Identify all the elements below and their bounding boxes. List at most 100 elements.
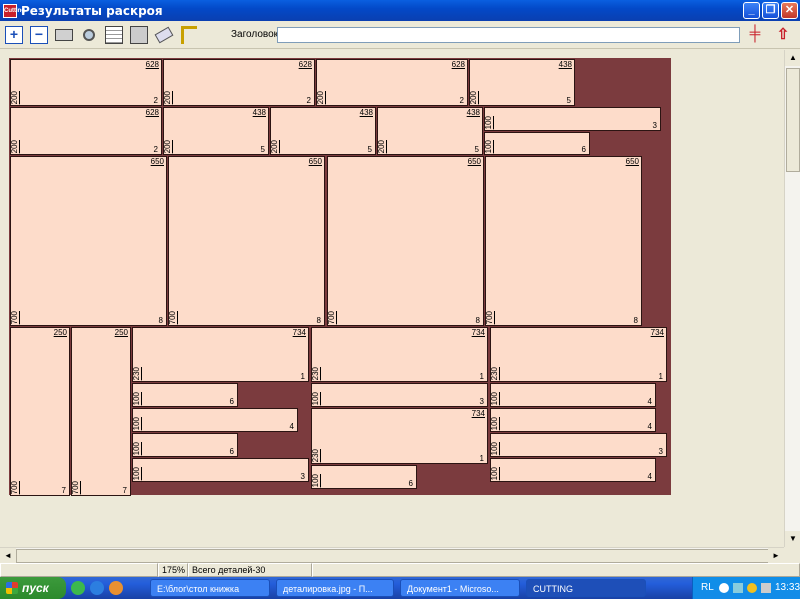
measure-icon[interactable]: [178, 24, 200, 46]
piece-quantity: 3: [300, 472, 305, 481]
eraser-icon[interactable]: [153, 24, 175, 46]
piece-quantity: 1: [300, 372, 305, 381]
cut-piece: 734 230 1: [132, 327, 309, 382]
taskbar-button-image[interactable]: деталировка.jpg - П...: [276, 579, 394, 597]
piece-quantity: 8: [158, 316, 163, 325]
scroll-right-icon[interactable]: ►: [768, 548, 784, 564]
piece-height: 100: [484, 115, 493, 129]
cut-piece: 100 6: [311, 465, 417, 489]
piece-width: 650: [467, 157, 481, 166]
scroll-left-icon[interactable]: ◄: [0, 548, 16, 564]
speaker-icon[interactable]: [761, 583, 771, 593]
cut-piece: 438 200 5: [377, 107, 483, 155]
print-preview-icon[interactable]: [128, 24, 150, 46]
horizontal-scrollbar[interactable]: ◄ ►: [0, 547, 784, 564]
cut-piece: 100 3: [490, 433, 667, 457]
piece-height: 700: [10, 310, 19, 324]
piece-quantity: 1: [479, 454, 484, 463]
piece-height: 200: [316, 90, 325, 104]
cut-piece: 734 230 1: [311, 408, 488, 464]
piece-width: 438: [466, 108, 480, 117]
network-icon[interactable]: [733, 583, 743, 593]
piece-height: 200: [163, 90, 172, 104]
desktop-icon[interactable]: [71, 581, 85, 595]
cut-piece: 438 200 5: [270, 107, 376, 155]
start-button[interactable]: пуск: [0, 577, 66, 599]
piece-quantity: 5: [566, 96, 571, 105]
piece-width: 628: [145, 60, 159, 69]
piece-height: 200: [10, 90, 19, 104]
taskbar-button-word[interactable]: Документ1 - Microso...: [400, 579, 520, 597]
piece-width: 734: [471, 409, 485, 418]
status-bar: 175% Всего деталей-30: [0, 563, 800, 577]
piece-quantity: 2: [153, 145, 158, 154]
piece-height: 700: [10, 480, 19, 494]
media-icon[interactable]: [109, 581, 123, 595]
taskbar-button-cutting[interactable]: CUTTING: [526, 579, 646, 597]
piece-width: 438: [252, 108, 266, 117]
calendar-icon[interactable]: [103, 24, 125, 46]
cut-piece: 650 700 8: [327, 156, 484, 326]
piece-height: 200: [377, 139, 386, 153]
cut-piece: 650 700 8: [10, 156, 167, 326]
piece-height: 100: [311, 473, 320, 487]
cut-piece: 100 3: [132, 458, 309, 482]
piece-width: 438: [558, 60, 572, 69]
language-indicator[interactable]: RL: [701, 577, 714, 599]
piece-quantity: 8: [316, 316, 321, 325]
vertical-scrollbar[interactable]: ▲ ▼: [784, 50, 800, 547]
piece-width: 650: [150, 157, 164, 166]
piece-height: 100: [490, 441, 499, 455]
zoom-out-icon[interactable]: −: [28, 24, 50, 46]
cut-piece: 628 200 2: [316, 59, 468, 106]
at-icon[interactable]: [747, 583, 757, 593]
header-input[interactable]: [277, 27, 740, 43]
piece-width: 250: [53, 328, 67, 337]
taskbar-button-folder[interactable]: E:\блог\стол книжка: [150, 579, 270, 597]
piece-quantity: 2: [306, 96, 311, 105]
piece-height: 700: [327, 310, 336, 324]
scroll-down-icon[interactable]: ▼: [785, 531, 800, 547]
piece-height: 100: [132, 391, 141, 405]
ie-icon[interactable]: [90, 581, 104, 595]
help-icon[interactable]: [719, 583, 729, 593]
piece-quantity: 6: [229, 397, 234, 406]
piece-width: 734: [471, 328, 485, 337]
piece-height: 100: [132, 416, 141, 430]
header-label: Заголовок: [231, 29, 279, 40]
minimize-button[interactable]: _: [743, 2, 760, 19]
cut-piece: 100 4: [132, 408, 298, 432]
cut-piece: 100 4: [490, 383, 656, 407]
piece-height: 100: [484, 139, 493, 153]
print-icon[interactable]: [53, 24, 75, 46]
piece-quantity: 5: [474, 145, 479, 154]
close-button[interactable]: ✕: [781, 2, 798, 19]
piece-quantity: 6: [408, 479, 413, 488]
scroll-corner: [784, 547, 800, 563]
cut-piece: 100 3: [311, 383, 488, 407]
cut-piece: 100 6: [132, 383, 238, 407]
piece-quantity: 6: [229, 447, 234, 456]
piece-quantity: 2: [459, 96, 464, 105]
saw-icon[interactable]: ╪: [745, 25, 765, 45]
piece-height: 230: [311, 366, 320, 380]
magnifier-icon[interactable]: [78, 24, 100, 46]
piece-quantity: 8: [633, 316, 638, 325]
cut-piece: 734 230 1: [490, 327, 667, 382]
horizontal-scroll-thumb[interactable]: [16, 549, 770, 563]
cut-piece: 438 200 5: [163, 107, 269, 155]
vertical-scroll-thumb[interactable]: [786, 68, 800, 172]
cut-piece: 438 200 5: [469, 59, 575, 106]
piece-height: 100: [490, 416, 499, 430]
cut-piece: 100 3: [484, 107, 661, 131]
exit-icon[interactable]: ⇧: [772, 25, 794, 45]
cut-piece: 250 700 7: [71, 327, 131, 496]
piece-quantity: 3: [658, 447, 663, 456]
piece-quantity: 1: [658, 372, 663, 381]
piece-height: 200: [469, 90, 478, 104]
piece-width: 734: [650, 328, 664, 337]
scroll-up-icon[interactable]: ▲: [785, 50, 800, 66]
maximize-button[interactable]: ❐: [762, 2, 779, 19]
piece-quantity: 1: [479, 372, 484, 381]
zoom-in-icon[interactable]: +: [3, 24, 25, 46]
